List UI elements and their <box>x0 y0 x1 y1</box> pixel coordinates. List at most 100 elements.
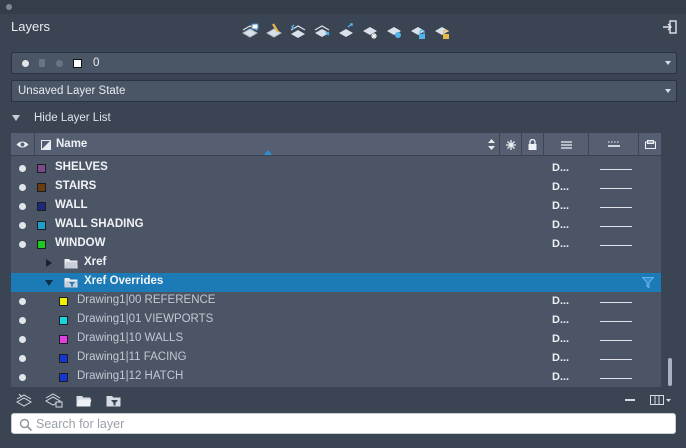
title-bar <box>0 0 686 14</box>
bulb-on-icon[interactable] <box>19 222 26 229</box>
layer-linetype[interactable]: D... <box>552 371 569 383</box>
lineweight-sample[interactable] <box>600 207 632 208</box>
bulb-on-icon[interactable] <box>19 374 26 381</box>
lineweight-sample[interactable] <box>600 302 632 303</box>
layer-linetype[interactable]: D... <box>552 219 569 231</box>
lineweight-sample[interactable] <box>600 340 632 341</box>
xref-layer-row[interactable]: Drawing1|11 FACING D... <box>11 349 661 368</box>
layer-state-value: Unsaved Layer State <box>18 85 126 97</box>
layer-color-swatch[interactable] <box>59 335 68 344</box>
column-settings-icon[interactable] <box>649 391 673 409</box>
layer-state-dropdown[interactable]: Unsaved Layer State <box>11 80 677 102</box>
layer-linetype[interactable]: D... <box>552 238 569 250</box>
layer-color-swatch[interactable] <box>37 164 46 173</box>
layer-color-swatch[interactable] <box>59 316 68 325</box>
layer-color-swatch[interactable] <box>59 297 68 306</box>
layer-row[interactable]: WALL SHADING D... <box>11 216 661 235</box>
freeze-icon[interactable] <box>358 21 382 41</box>
lineweight-sample[interactable] <box>600 321 632 322</box>
xref-layer-row[interactable]: Drawing1|01 VIEWPORTS D... <box>11 311 661 330</box>
layer-linetype[interactable]: D... <box>552 333 569 345</box>
lock-icon <box>528 139 537 150</box>
group-name: Xref <box>84 256 107 268</box>
panel-title: Layers <box>11 19 51 34</box>
xref-layer-row[interactable]: Drawing1|12 HATCH D... <box>11 368 661 387</box>
layer-linetype[interactable]: D... <box>552 181 569 193</box>
layer-linetype[interactable]: D... <box>552 200 569 212</box>
sort-indicator-icon <box>264 150 272 155</box>
lineweight-sample[interactable] <box>600 169 632 170</box>
new-group-filter-icon[interactable] <box>75 391 93 409</box>
bulb-on-icon[interactable] <box>19 336 26 343</box>
collapse-triangle-icon[interactable] <box>45 280 53 286</box>
linetype-column-header[interactable] <box>544 133 589 156</box>
layer-color-swatch[interactable] <box>37 202 46 211</box>
expand-triangle-icon[interactable] <box>46 259 52 267</box>
set-current-icon[interactable] <box>262 21 286 41</box>
layer-color-swatch[interactable] <box>37 221 46 230</box>
match-layer-icon[interactable] <box>286 21 310 41</box>
eye-icon <box>16 141 29 148</box>
lineweight-sample[interactable] <box>600 226 632 227</box>
lineweight-column-header[interactable] <box>589 133 639 156</box>
search-input[interactable] <box>36 416 636 432</box>
new-property-filter-icon[interactable] <box>105 391 123 409</box>
layer-row[interactable]: WALL D... <box>11 197 661 216</box>
group-row-xref[interactable]: Xref <box>11 254 661 273</box>
filter-folder-icon <box>64 278 78 288</box>
window-dot[interactable] <box>6 4 12 10</box>
xref-layer-row[interactable]: Drawing1|10 WALLS D... <box>11 330 661 349</box>
layer-color-swatch[interactable] <box>59 354 68 363</box>
layer-color-swatch[interactable] <box>59 373 68 382</box>
layer-row[interactable]: WINDOW D... <box>11 235 661 254</box>
lock-icon[interactable] <box>406 21 430 41</box>
layer-name: Drawing1|01 VIEWPORTS <box>77 313 214 325</box>
new-layer-icon[interactable] <box>15 391 33 409</box>
plot-column-header[interactable] <box>639 133 661 156</box>
visibility-column-header[interactable] <box>11 133 35 156</box>
bulb-on-icon[interactable] <box>19 355 26 362</box>
layer-linetype[interactable]: D... <box>552 162 569 174</box>
collapse-minus-icon[interactable] <box>621 391 639 409</box>
lineweight-sample[interactable] <box>600 359 632 360</box>
lock-column-header[interactable] <box>522 133 544 156</box>
new-layer-vp-frozen-icon[interactable] <box>45 391 63 409</box>
filter-icon[interactable] <box>642 277 654 288</box>
lineweight-sample[interactable] <box>600 378 632 379</box>
layer-color-swatch[interactable] <box>37 240 46 249</box>
layer-color-swatch[interactable] <box>37 183 46 192</box>
freeze-status-icon <box>56 60 63 67</box>
current-layer-name: 0 <box>93 57 100 69</box>
xref-layer-row[interactable]: Drawing1|00 REFERENCE D... <box>11 292 661 311</box>
lineweight-sample[interactable] <box>600 245 632 246</box>
bulb-on-icon[interactable] <box>19 241 26 248</box>
layer-list: Name SHELVES D... STAIRS D... WALL D... … <box>11 133 661 387</box>
previous-layer-icon[interactable] <box>310 21 334 41</box>
isolate-icon[interactable] <box>334 21 358 41</box>
bulb-on-icon[interactable] <box>19 203 26 210</box>
off-icon[interactable] <box>382 21 406 41</box>
bulb-on-icon[interactable] <box>19 165 26 172</box>
search-box <box>11 413 676 434</box>
dock-panel-icon[interactable] <box>662 19 678 35</box>
bulb-on-icon[interactable] <box>19 317 26 324</box>
unlock-icon[interactable] <box>430 21 454 41</box>
chevron-down-icon <box>665 61 671 65</box>
layer-row[interactable]: SHELVES D... <box>11 159 661 178</box>
freeze-column-header[interactable] <box>500 133 522 156</box>
chevron-down-icon <box>665 89 671 93</box>
layer-linetype[interactable]: D... <box>552 352 569 364</box>
layer-properties-icon[interactable] <box>238 21 262 41</box>
layer-linetype[interactable]: D... <box>552 314 569 326</box>
hide-layer-list-toggle[interactable]: Hide Layer List <box>12 110 111 126</box>
layer-linetype[interactable]: D... <box>552 295 569 307</box>
layer-row[interactable]: STAIRS D... <box>11 178 661 197</box>
sort-updown-icon[interactable] <box>488 139 495 150</box>
lineweight-sample[interactable] <box>600 188 632 189</box>
scrollbar-thumb[interactable] <box>668 358 672 386</box>
group-row-xref-overrides[interactable]: Xref Overrides <box>11 273 661 292</box>
layer-list-scrollbar[interactable] <box>665 133 675 387</box>
current-layer-dropdown[interactable]: 0 <box>11 52 677 74</box>
bulb-on-icon[interactable] <box>19 298 26 305</box>
bulb-on-icon[interactable] <box>19 184 26 191</box>
